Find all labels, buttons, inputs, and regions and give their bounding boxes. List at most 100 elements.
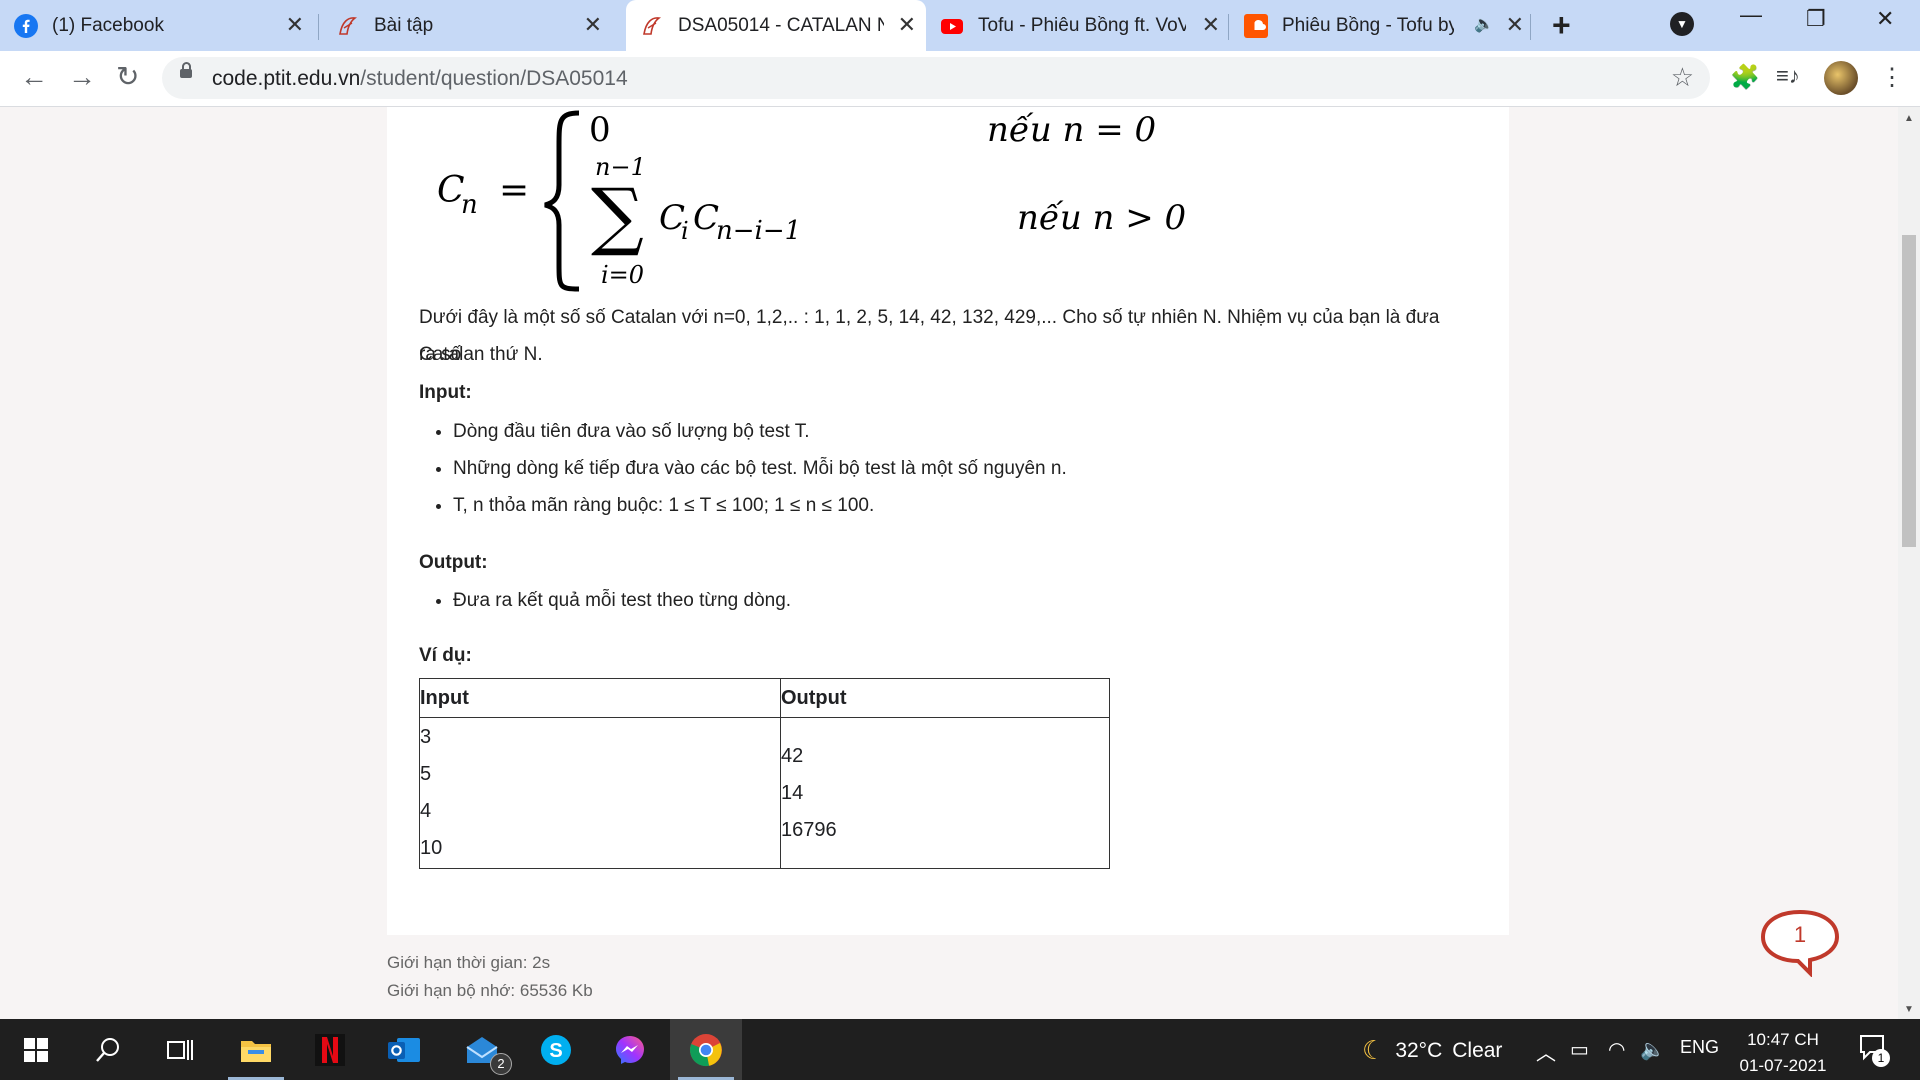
chrome-icon[interactable] — [670, 1019, 742, 1080]
mail-badge: 2 — [490, 1053, 512, 1075]
bookmark-star-icon[interactable]: ☆ — [1671, 62, 1694, 93]
windows-start-icon[interactable] — [0, 1019, 72, 1080]
reload-icon[interactable]: ↻ — [116, 62, 139, 92]
page-viewport: C n = 0 nếu n = 0 n−1 ∑ i=0 C i C n−i−1 … — [0, 107, 1898, 1019]
soundcloud-icon — [1244, 13, 1268, 38]
clock-date: 01-07-2021 — [1739, 1056, 1827, 1075]
battery-icon[interactable]: ▭ — [1570, 1037, 1589, 1062]
chat-bubble-icon[interactable]: 1 — [1760, 909, 1840, 977]
close-tab-icon[interactable]: ✕ — [286, 13, 304, 37]
list-item: Dòng đầu tiên đưa vào số lượng bộ test T… — [453, 413, 1067, 450]
table-header-input: Input — [419, 678, 781, 718]
example-input-cell: 3 5 4 10 — [419, 717, 781, 869]
close-tab-icon[interactable]: ✕ — [898, 13, 916, 37]
url-host: code.ptit.edu.vn — [212, 67, 361, 90]
close-tab-icon[interactable]: ✕ — [1506, 13, 1524, 37]
list-item: Đưa ra kết quả mỗi test theo từng dòng. — [453, 582, 791, 619]
wifi-icon[interactable]: ◠ — [1608, 1037, 1625, 1062]
restore-icon[interactable]: ❐ — [1806, 6, 1826, 32]
notification-center-icon[interactable]: 1 — [1858, 1033, 1890, 1067]
table-header-output: Output — [780, 678, 1110, 718]
weather-widget[interactable]: ☾ 32°C Clear — [1362, 1035, 1502, 1066]
menu-kebab-icon[interactable]: ⋮ — [1880, 63, 1904, 92]
problem-card: C n = 0 nếu n = 0 n−1 ∑ i=0 C i C n−i−1 … — [387, 107, 1509, 935]
skype-icon[interactable]: S — [520, 1019, 592, 1080]
outlook-icon[interactable] — [368, 1019, 440, 1080]
tab-youtube[interactable]: Tofu - Phiêu Bồng ft. VoVa ✕ — [940, 7, 1230, 44]
ptit-icon — [339, 16, 358, 35]
example-heading: Ví dụ: — [419, 645, 472, 666]
catalan-formula: C n = 0 nếu n = 0 n−1 ∑ i=0 C i C n−i−1 … — [437, 110, 1186, 292]
tab-divider — [318, 14, 319, 40]
chevron-up-icon[interactable]: ︿ — [1536, 1037, 1556, 1066]
tab-dsa05014[interactable]: DSA05014 - CATALAN NU ✕ — [626, 0, 926, 51]
tab-label: Tofu - Phiêu Bồng ft. VoVa — [978, 14, 1186, 36]
windows-taskbar: 2 S ☾ 32°C Clear ︿ ▭ ◠ 🔈 ENG 10:47 CH 01… — [0, 1019, 1920, 1080]
svg-text:S: S — [549, 1040, 562, 1062]
youtube-icon — [941, 18, 963, 34]
case1-value: 0 — [589, 110, 611, 150]
tab-bai-tap[interactable]: Bài tập ✕ — [336, 7, 612, 44]
file-explorer-icon[interactable] — [220, 1019, 292, 1080]
tab-soundcloud[interactable]: Phiêu Bồng - Tofu by 🔈 ✕ — [1244, 7, 1534, 44]
scroll-down-icon[interactable]: ▼ — [1904, 1004, 1914, 1015]
tab-divider — [1530, 14, 1531, 40]
avatar[interactable] — [1824, 61, 1858, 95]
close-tab-icon[interactable]: ✕ — [1202, 13, 1220, 37]
list-item: T, n thỏa mãn ràng buộc: 1 ≤ T ≤ 100; 1 … — [453, 487, 1067, 524]
sum-lower-limit: i=0 — [601, 261, 644, 289]
tab-label: Bài tập — [374, 14, 434, 36]
output-line: 14 — [781, 781, 804, 804]
input-line: 3 — [420, 726, 432, 748]
input-line: 10 — [420, 837, 443, 859]
notification-badge: 1 — [1872, 1049, 1890, 1067]
search-icon[interactable] — [72, 1019, 144, 1080]
back-arrow-icon[interactable]: ← — [20, 62, 48, 92]
formula-brace — [544, 110, 580, 292]
lock-icon[interactable] — [180, 62, 192, 78]
close-tab-icon[interactable]: ✕ — [584, 13, 602, 37]
task-view-icon[interactable] — [144, 1019, 216, 1080]
scrollbar-thumb[interactable] — [1902, 235, 1916, 547]
input-list: Dòng đầu tiên đưa vào số lượng bộ test T… — [429, 413, 1067, 524]
table-header-row: Input Output — [419, 678, 1110, 718]
term-sub-n-i-1: n−i−1 — [716, 216, 801, 246]
formula-equals: = — [499, 170, 529, 211]
description-line-2: Catalan thứ N. — [419, 344, 543, 365]
media-queue-icon[interactable]: ≡♪ — [1776, 63, 1800, 89]
window-close-icon[interactable]: ✕ — [1876, 6, 1894, 32]
minimize-icon[interactable]: — — [1740, 2, 1762, 28]
clock[interactable]: 10:47 CH 01-07-2021 — [1730, 1027, 1836, 1079]
forward-arrow-icon[interactable]: → — [68, 62, 96, 92]
scroll-up-icon[interactable]: ▲ — [1904, 113, 1914, 124]
tab-facebook[interactable]: (1) Facebook ✕ — [14, 7, 314, 44]
extensions-puzzle-icon[interactable]: 🧩 — [1730, 63, 1760, 92]
address-bar[interactable]: code.ptit.edu.vn/student/question/DSA050… — [162, 57, 1710, 99]
mail-icon[interactable]: 2 — [446, 1019, 518, 1080]
facebook-icon — [14, 13, 38, 38]
netflix-icon[interactable] — [294, 1019, 366, 1080]
table-row: 3 5 4 10 42 14 16796 — [419, 717, 1110, 869]
new-tab-button[interactable]: + — [1552, 8, 1571, 42]
language-indicator[interactable]: ENG — [1680, 1037, 1719, 1058]
tab-search-icon[interactable]: ▼ — [1670, 12, 1694, 36]
sigma-symbol: ∑ — [591, 173, 644, 259]
browser-toolbar: ← → ↻ code.ptit.edu.vn/student/question/… — [0, 51, 1920, 107]
weather-condition: Clear — [1452, 1038, 1503, 1062]
tab-label: Phiêu Bồng - Tofu by — [1282, 14, 1454, 36]
tab-label: (1) Facebook — [52, 14, 164, 36]
speaker-icon[interactable]: 🔈 — [1474, 14, 1494, 34]
url-path: /student/question/DSA05014 — [360, 67, 628, 90]
time-limit: Giới hạn thời gian: 2s — [387, 953, 551, 972]
url-text[interactable]: code.ptit.edu.vn/student/question/DSA050… — [212, 67, 628, 91]
clock-time: 10:47 CH — [1747, 1030, 1819, 1049]
chat-count: 1 — [1794, 922, 1806, 947]
term-sub-i: i — [681, 217, 689, 245]
output-line: 42 — [781, 744, 804, 767]
volume-icon[interactable]: 🔈 — [1640, 1037, 1665, 1062]
weather-temperature: 32°C — [1395, 1038, 1443, 1062]
tab-divider — [1228, 14, 1229, 40]
vertical-scrollbar[interactable]: ▲ ▼ — [1898, 107, 1920, 1019]
messenger-icon[interactable] — [594, 1019, 666, 1080]
moon-icon: ☾ — [1362, 1035, 1386, 1065]
